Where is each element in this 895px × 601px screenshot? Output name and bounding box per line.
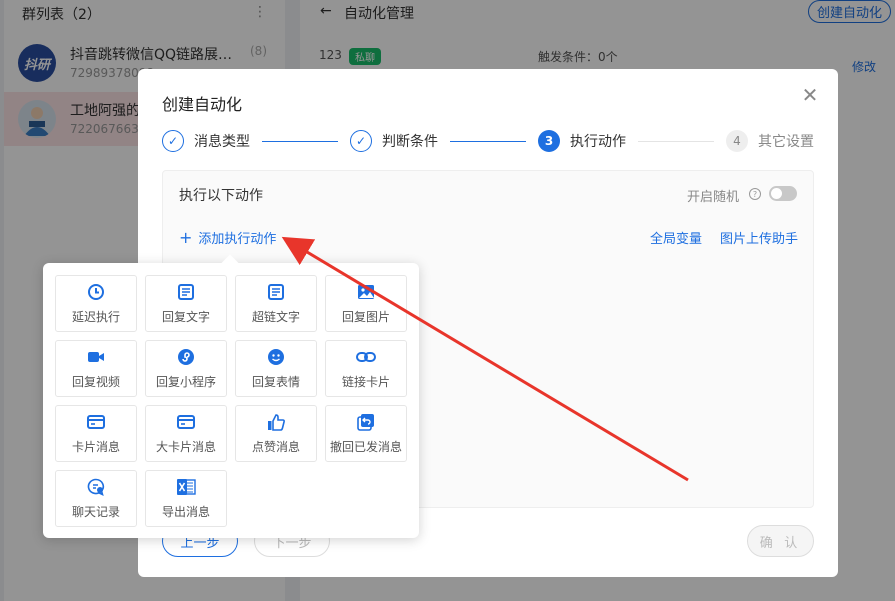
plus-icon: + (179, 228, 193, 247)
card-icon (86, 412, 106, 432)
action-recall-message[interactable]: 撤回已发消息 (325, 405, 407, 462)
step-connector (262, 141, 338, 142)
step-label: 消息类型 (194, 134, 250, 150)
action-label: 延迟执行 (71, 310, 120, 324)
step-label: 执行动作 (570, 134, 626, 150)
action-type-popover: 延迟执行 回复文字 超链文字 回复图片 回复视频 回复小程序 回复表情 链接卡片… (43, 254, 419, 538)
step-execute-action: 3 执行动作 (538, 130, 626, 152)
step-number: 3 (538, 130, 560, 152)
action-delay[interactable]: 延迟执行 (55, 275, 137, 332)
action-label: 回复文字 (161, 310, 210, 324)
step-judge-condition: ✓ 判断条件 (350, 130, 438, 152)
video-icon (86, 347, 106, 367)
check-icon: ✓ (162, 130, 184, 152)
step-connector (638, 141, 714, 142)
check-icon: ✓ (350, 130, 372, 152)
modal-title: 创建自动化 (162, 95, 243, 114)
panel-title: 执行以下动作 (179, 188, 263, 204)
emoji-icon (266, 347, 286, 367)
action-label: 聊天记录 (71, 505, 120, 519)
step-other-settings: 4 其它设置 (726, 130, 814, 152)
action-label: 链接卡片 (341, 375, 390, 389)
chat-history-icon (86, 477, 106, 497)
close-icon[interactable]: ✕ (800, 85, 820, 105)
action-reply-text[interactable]: 回复文字 (145, 275, 227, 332)
action-label: 导出消息 (161, 505, 210, 519)
random-toggle[interactable] (769, 186, 797, 201)
step-label: 判断条件 (382, 134, 438, 150)
action-like-message[interactable]: 点赞消息 (235, 405, 317, 462)
action-reply-mini-program[interactable]: 回复小程序 (145, 340, 227, 397)
excel-export-icon (176, 477, 196, 497)
step-number: 4 (726, 130, 748, 152)
recall-icon (356, 412, 376, 432)
action-label: 回复表情 (251, 375, 300, 389)
action-label: 卡片消息 (71, 440, 120, 454)
help-icon[interactable]: ? (749, 188, 761, 200)
action-label: 回复视频 (71, 375, 120, 389)
step-connector (450, 141, 526, 142)
action-link-card[interactable]: 链接卡片 (325, 340, 407, 397)
text-doc-icon (176, 282, 196, 302)
link-text-doc-icon (266, 282, 286, 302)
action-card-message[interactable]: 卡片消息 (55, 405, 137, 462)
action-chat-history[interactable]: 聊天记录 (55, 470, 137, 527)
action-label: 回复图片 (341, 310, 390, 324)
action-reply-emoji[interactable]: 回复表情 (235, 340, 317, 397)
step-message-type: ✓ 消息类型 (162, 130, 250, 152)
image-upload-helper-link[interactable]: 图片上传助手 (720, 228, 798, 247)
action-big-card-message[interactable]: 大卡片消息 (145, 405, 227, 462)
image-icon (356, 282, 376, 302)
confirm-button[interactable]: 确 认 (747, 525, 814, 557)
action-link-text[interactable]: 超链文字 (235, 275, 317, 332)
action-label: 大卡片消息 (155, 440, 216, 454)
action-label: 撤回已发消息 (329, 440, 402, 454)
add-action-button[interactable]: + 添加执行动作 (179, 228, 276, 247)
action-label: 点赞消息 (251, 440, 300, 454)
action-reply-image[interactable]: 回复图片 (325, 275, 407, 332)
global-variable-link[interactable]: 全局变量 (650, 228, 702, 247)
thumbs-up-icon (266, 412, 286, 432)
clock-icon (86, 282, 106, 302)
big-card-icon (176, 412, 196, 432)
mini-program-icon (176, 347, 196, 367)
link-icon (356, 347, 376, 367)
step-label: 其它设置 (758, 134, 814, 150)
action-grid: 延迟执行 回复文字 超链文字 回复图片 回复视频 回复小程序 回复表情 链接卡片… (55, 275, 407, 527)
action-label: 回复小程序 (155, 375, 216, 389)
random-label: 开启随机 (687, 190, 740, 205)
action-export-message[interactable]: 导出消息 (145, 470, 227, 527)
add-action-label: 添加执行动作 (198, 232, 277, 247)
action-label: 超链文字 (251, 310, 300, 324)
action-reply-video[interactable]: 回复视频 (55, 340, 137, 397)
